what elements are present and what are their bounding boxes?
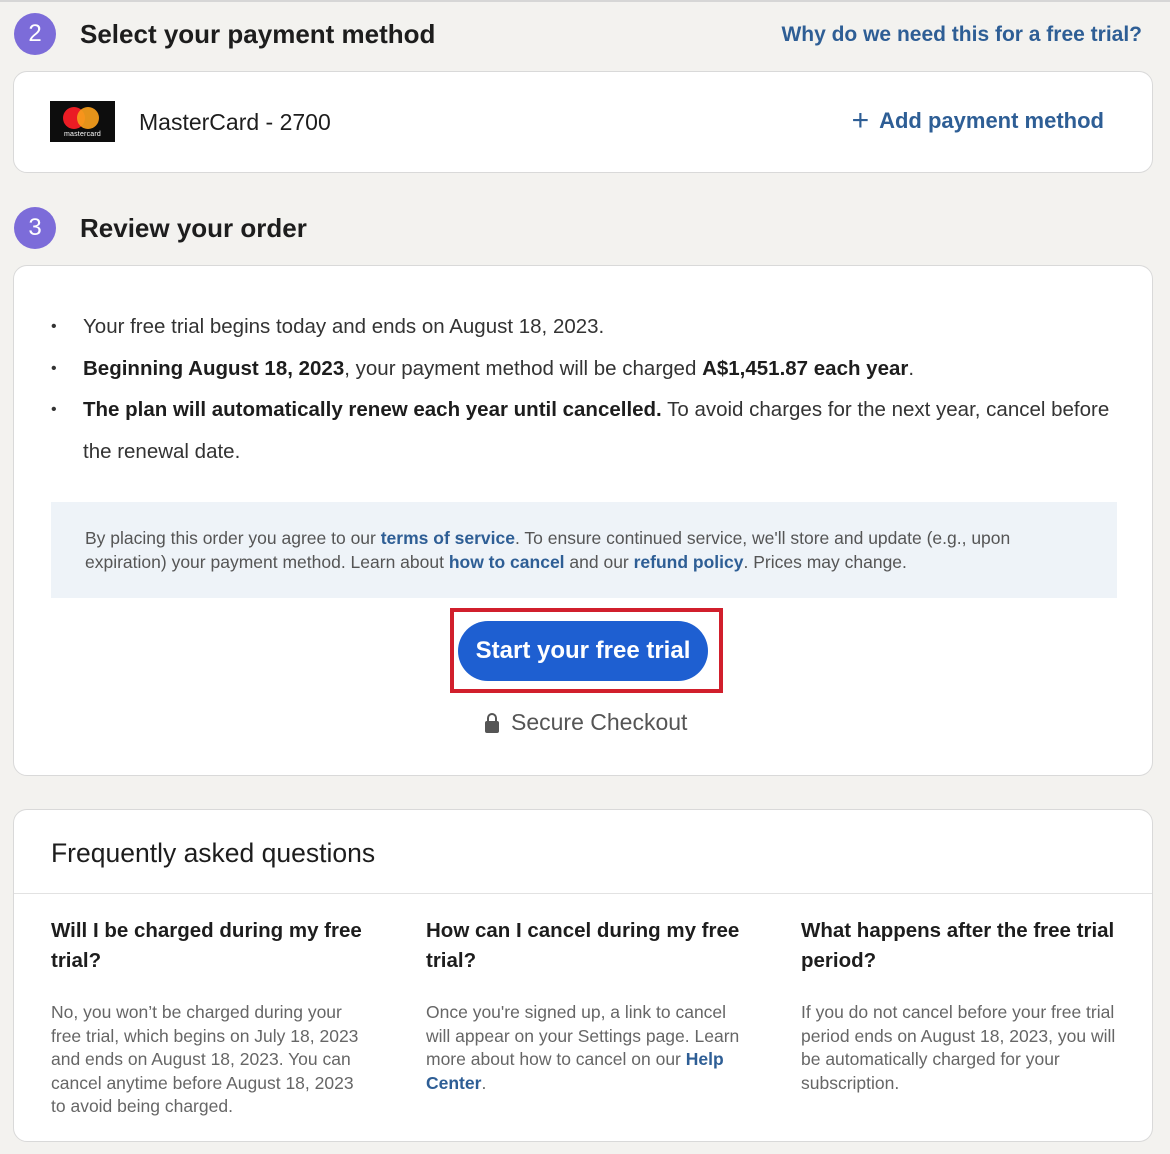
faq-item: Will I be charged during my free trial? … [51, 916, 366, 1119]
top-divider [0, 0, 1170, 2]
add-payment-method-button[interactable]: + Add payment method [851, 104, 1104, 137]
faq-answer: Once you're signed up, a link to cancel … [426, 1002, 740, 1093]
payment-step-header: 2 Select your payment method [14, 13, 435, 55]
faq-answer: No, you won’t be charged during your fre… [51, 1002, 359, 1117]
how-to-cancel-link[interactable]: how to cancel [449, 552, 565, 572]
plus-icon: + [851, 104, 870, 137]
step-number-badge: 2 [14, 13, 56, 55]
review-step-title: Review your order [80, 212, 307, 243]
list-item: The plan will automatically renew each y… [51, 389, 1111, 472]
faq-item: What happens after the free trial period… [801, 916, 1116, 1095]
terms-of-service-link[interactable]: terms of service [381, 528, 515, 548]
faq-question: What happens after the free trial period… [801, 919, 1115, 972]
faq-question: How can I cancel during my free trial? [426, 919, 740, 972]
faq-title: Frequently asked questions [51, 838, 376, 868]
payment-method-card: mastercard MasterCard - 2700 + Add payme… [13, 71, 1153, 173]
secure-checkout: Secure Checkout [485, 709, 687, 736]
secure-checkout-label: Secure Checkout [511, 709, 688, 735]
lock-icon [485, 712, 499, 733]
order-summary-list: Your free trial begins today and ends on… [51, 306, 1111, 472]
selected-card-label[interactable]: MasterCard - 2700 [139, 109, 331, 136]
review-step-header: 3 Review your order [14, 207, 307, 249]
refund-policy-link[interactable]: refund policy [634, 552, 744, 572]
list-item: Beginning August 18, 2023, your payment … [51, 348, 1111, 390]
why-free-trial-link[interactable]: Why do we need this for a free trial? [781, 23, 1142, 47]
start-free-trial-button[interactable]: Start your free trial [458, 621, 708, 681]
faq-answer: If you do not cancel before your free tr… [801, 1002, 1116, 1093]
step-number-badge: 3 [14, 207, 56, 249]
payment-step-title: Select your payment method [80, 18, 436, 49]
add-payment-method-label: Add payment method [879, 108, 1104, 133]
terms-agreement-notice: By placing this order you agree to our t… [51, 502, 1117, 598]
faq-card: Frequently asked questions Will I be cha… [13, 809, 1153, 1142]
mastercard-logo-icon: mastercard [50, 101, 115, 142]
faq-item: How can I cancel during my free trial? O… [426, 916, 741, 1095]
list-item: Your free trial begins today and ends on… [51, 306, 1111, 348]
review-order-card: Your free trial begins today and ends on… [13, 265, 1153, 776]
faq-question: Will I be charged during my free trial? [51, 919, 362, 972]
faq-divider [14, 893, 1152, 894]
